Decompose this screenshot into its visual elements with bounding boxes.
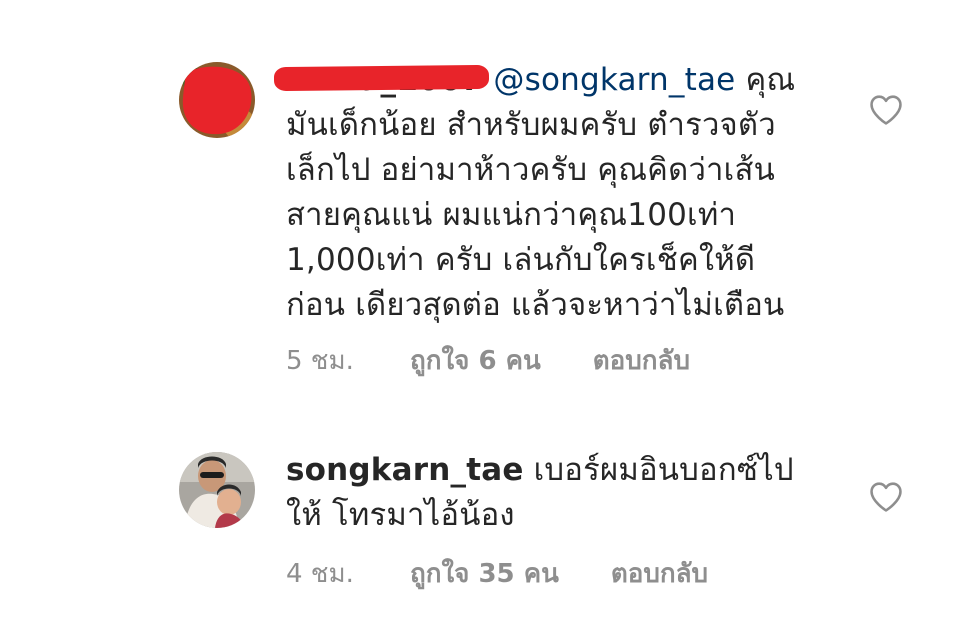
redacted-username[interactable]: natta_1007 (273, 58, 490, 103)
reply-button[interactable]: ตอบกลับ (611, 553, 708, 594)
avatar[interactable] (179, 452, 255, 528)
reply-button[interactable]: ตอบกลับ (593, 340, 690, 381)
comment-meta: 5 ชม. ถูกใจ 6 คน ตอบกลับ (286, 340, 690, 380)
avatar[interactable] (179, 62, 255, 138)
likes-count-link[interactable]: ถูกใจ 6 คน (410, 340, 541, 381)
comment-text: natta_1007 @songkarn_tae คุณมันเด็กน้อย … (273, 58, 846, 328)
likes-count-link[interactable]: ถูกใจ 35 คน (410, 553, 559, 594)
comment-time: 5 ชม. (286, 345, 354, 376)
heart-outline-icon[interactable] (869, 481, 903, 513)
comment-text: songkarn_tae เบอร์ผมอินบอกซ์ไป ให้ โทรมาไ… (286, 452, 794, 533)
redaction-mark (273, 64, 490, 92)
username-link[interactable]: songkarn_tae (286, 452, 524, 488)
comment-meta: 4 ชม. ถูกใจ 35 คน ตอบกลับ (286, 553, 708, 593)
comment-time: 4 ชม. (286, 558, 354, 589)
mention-link[interactable]: @songkarn_tae (493, 62, 735, 98)
heart-outline-icon[interactable] (869, 94, 903, 126)
